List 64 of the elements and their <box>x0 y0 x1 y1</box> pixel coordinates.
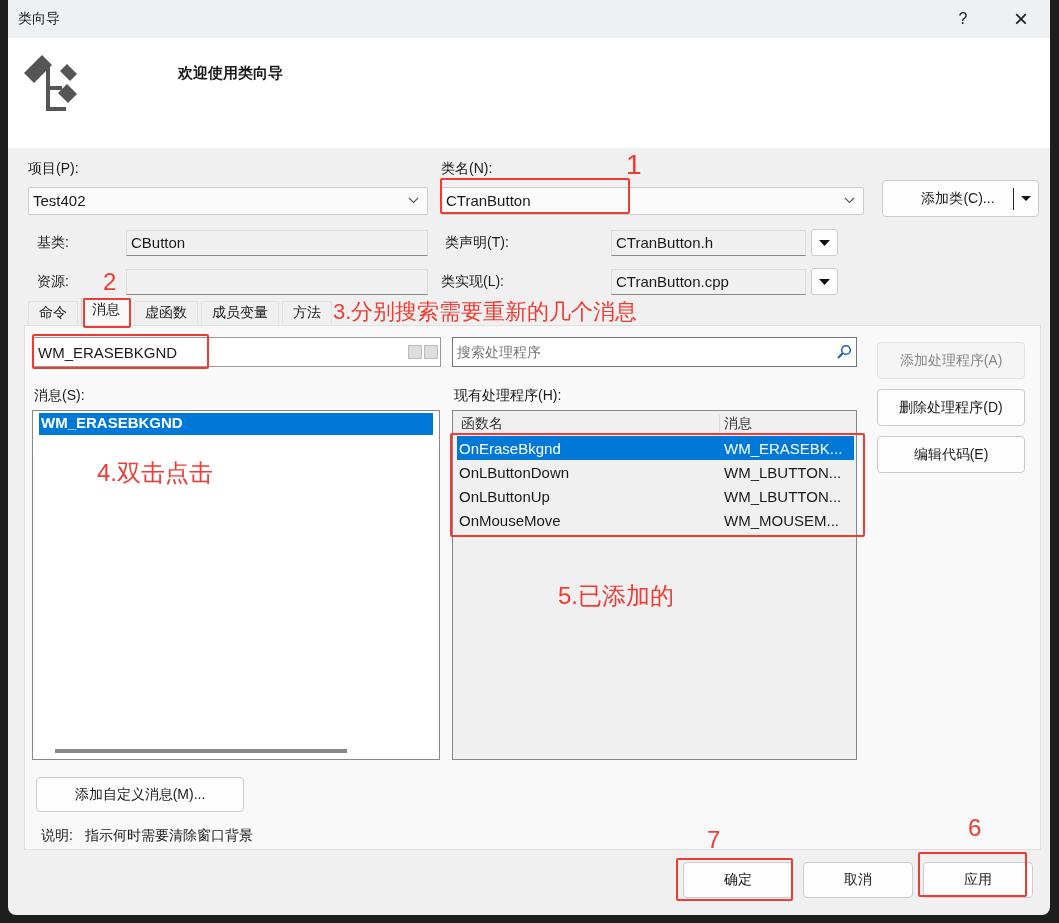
scrollbar-thumb[interactable] <box>55 749 347 753</box>
annotation-text: 3.分别搜索需要重新的几个消息 <box>333 301 638 323</box>
annotation-text: 4.双击点击 <box>97 461 213 485</box>
function-name: OnLButtonDown <box>458 463 571 481</box>
field-label: 项目(P): <box>28 160 79 178</box>
caret-icon <box>819 278 830 285</box>
close-button[interactable]: × <box>992 5 1050 33</box>
function-name: OnLButtonUp <box>458 487 551 505</box>
message-name: WM_MOUSEM... <box>724 511 839 529</box>
function-name: OnMouseMove <box>458 511 562 529</box>
annotation-number: 1 <box>626 151 642 179</box>
message-item[interactable]: WM_ERASEBKGND <box>39 413 433 435</box>
add-class-button[interactable]: 添加类(C)... <box>882 180 1039 217</box>
field-label: 类声明(T): <box>444 233 509 252</box>
chevron-icon <box>844 197 855 204</box>
caret-icon <box>819 239 830 246</box>
dialog-button[interactable]: 应用 <box>923 862 1033 898</box>
annotation-text: 5.已添加的 <box>558 584 674 608</box>
message-search-field[interactable]: WM_ERASEBKGND <box>32 337 441 367</box>
description-label: 说明: <box>41 827 73 845</box>
handler-row[interactable]: OnEraseBkgnd WM_ERASEBK... <box>457 436 854 460</box>
list-label: 消息(S): <box>34 387 86 405</box>
field-label: 类实现(L): <box>441 272 504 291</box>
window-title: 类向导 <box>18 10 61 28</box>
tab[interactable]: 虚函数 <box>134 301 198 325</box>
field-label: 基类: <box>36 233 69 252</box>
field-label: 类名(N): <box>441 160 493 178</box>
add-custom-message-button[interactable]: 添加自定义消息(M)... <box>36 777 244 812</box>
handler-row[interactable]: OnLButtonUp WM_LBUTTON... <box>457 484 854 508</box>
column-header[interactable]: 消息 <box>720 415 752 433</box>
dialog-button[interactable]: 确定 <box>683 862 793 898</box>
search-icon <box>836 344 852 360</box>
class-name-combo[interactable]: CTranButton <box>441 186 864 215</box>
source-file-field: CTranButton.cpp <box>611 268 806 295</box>
dropdown-button[interactable] <box>811 229 838 256</box>
message-name: WM_ERASEBK... <box>724 439 843 457</box>
header-file-field: CTranButton.h <box>611 229 806 256</box>
header-title: 欢迎使用类向导 <box>178 64 283 83</box>
project-combo[interactable]: Test402 <box>28 186 428 215</box>
handler-row[interactable]: OnLButtonDown WM_LBUTTON... <box>457 460 854 484</box>
message-name: WM_LBUTTON... <box>724 463 842 481</box>
tab[interactable]: 方法 <box>282 301 332 325</box>
tab[interactable]: 命令 <box>28 301 78 325</box>
handler-button[interactable]: 编辑代码(E) <box>877 436 1025 473</box>
field-label: 资源: <box>36 272 69 291</box>
tab[interactable]: 成员变量 <box>201 301 279 325</box>
handler-search-field[interactable]: 搜索处理程序 <box>452 337 857 367</box>
message-name: WM_LBUTTON... <box>724 487 842 505</box>
annotation-number: 7 <box>707 828 721 852</box>
dialog-button[interactable]: 取消 <box>803 862 913 898</box>
highlight-frame <box>83 298 131 328</box>
base-class-field: CButton <box>126 229 428 256</box>
handler-row[interactable]: OnMouseMove WM_MOUSEM... <box>457 508 854 532</box>
list-label: 现有处理程序(H): <box>454 387 563 405</box>
chevron-icon <box>408 197 419 204</box>
annotation-number: 6 <box>968 816 982 840</box>
handler-button[interactable]: 删除处理程序(D) <box>877 389 1025 426</box>
help-button[interactable]: ? <box>934 10 992 28</box>
column-header[interactable]: 函数名 <box>457 415 720 433</box>
dropdown-button[interactable] <box>811 268 838 295</box>
description-text: 指示何时需要清除窗口背景 <box>84 827 253 845</box>
annotation-number: 2 <box>103 270 117 294</box>
caret-icon <box>1021 196 1031 201</box>
function-name: OnEraseBkgnd <box>458 439 562 457</box>
